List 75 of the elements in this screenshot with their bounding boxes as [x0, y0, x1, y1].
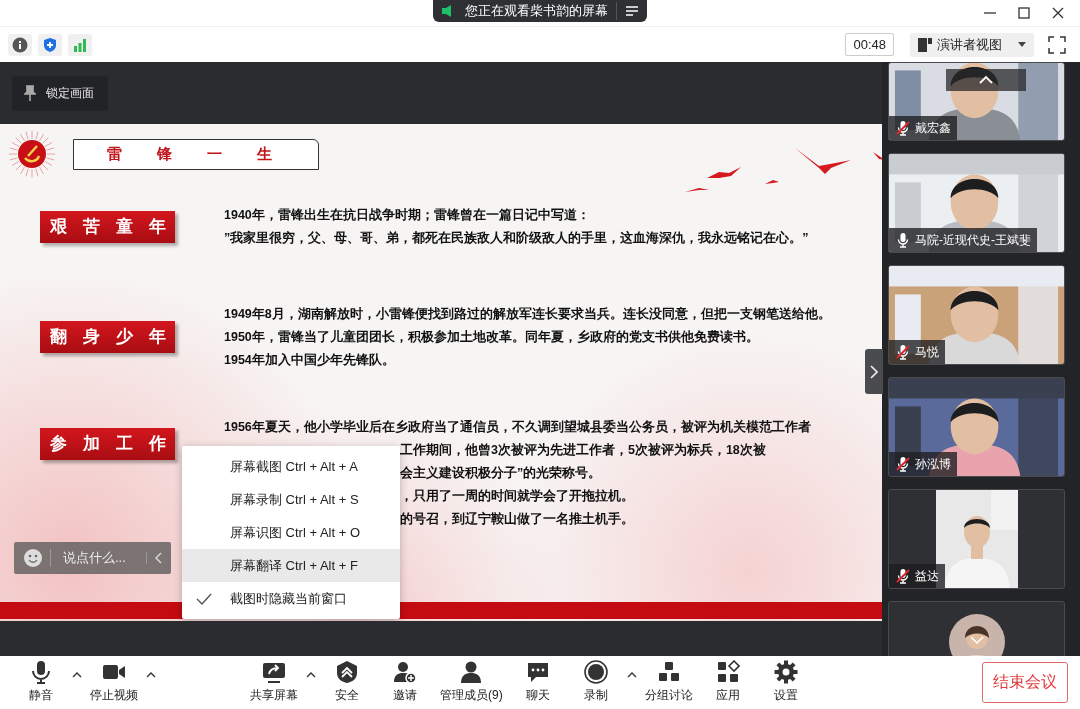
slide-text: 的号召，到辽宁鞍山做了一名推土机手。: [400, 511, 634, 528]
view-mode-dropdown[interactable]: 演讲者视图: [910, 32, 1034, 57]
toolbar-button[interactable]: 安全: [318, 660, 376, 704]
toolbar-button[interactable]: 聊天: [508, 660, 567, 704]
end-meeting-button[interactable]: 结束会议: [982, 661, 1068, 703]
emblem-icon: [8, 130, 56, 178]
toolbar-button[interactable]: 邀请: [376, 660, 434, 704]
participant-name: 马院-近现代史-王斌斐: [915, 231, 1031, 249]
toolbar-button[interactable]: 静音: [12, 660, 70, 704]
section-label: 艰苦童年: [40, 210, 175, 243]
slide-text: 1949年8月，湖南解放时，小雷锋便找到路过的解放军连长要求当兵。连长没同意，但把一支钢笔送给他。: [224, 305, 831, 323]
toolbar-button[interactable]: 停止视频: [84, 660, 144, 704]
add-person-icon: [393, 660, 417, 684]
caret-icon[interactable]: [306, 672, 316, 678]
slide-text: ”我家里很穷，父、母、哥、弟，都死在民族敌人和阶级敌人的手里，这血海深仇，我永远铭记在心。”: [224, 229, 809, 247]
slide-text: 1950年，雷锋当了儿童团团长，积极参加土地改革。同年夏，乡政府的党支书供他免费读书。: [224, 328, 759, 346]
menu-item[interactable]: 屏幕识图 Ctrl + Alt + O: [182, 516, 400, 549]
emoji-icon[interactable]: [24, 549, 42, 567]
chevron-up-icon: [978, 75, 994, 85]
screen-share-icon: [262, 660, 286, 684]
signal-bars-icon: [72, 36, 88, 53]
section-label: 参加工作: [40, 428, 175, 460]
toolbar-button[interactable]: 共享屏幕: [244, 660, 304, 704]
menu-item[interactable]: 屏幕翻译 Ctrl + Alt + F: [182, 549, 400, 582]
slide-text: 1954年加入中国少年先锋队。: [224, 351, 395, 369]
slide-text: 1956年夏天，他小学毕业后在乡政府当了通信员，不久调到望城县委当公务员，被评为机关模范工作者: [224, 418, 811, 436]
lock-view-button[interactable]: 锁定画面: [12, 75, 108, 111]
chat-icon: [525, 660, 550, 684]
fullscreen-icon[interactable]: [1048, 35, 1066, 54]
toolbar-button[interactable]: 设置: [756, 660, 815, 704]
close-icon[interactable]: [1052, 7, 1064, 19]
chat-input[interactable]: 说点什么...: [14, 542, 171, 574]
security-button[interactable]: [38, 33, 62, 56]
checkmark-icon: [196, 592, 212, 605]
info-icon: [12, 36, 28, 53]
scroll-up-button[interactable]: [946, 69, 1026, 91]
slide-text: ，只用了一周的时间就学会了开拖拉机。: [400, 488, 634, 505]
slide-text: 1940年，雷锋出生在抗日战争时期；雷锋曾在一篇日记中写道：: [224, 206, 590, 224]
caret-icon[interactable]: [146, 672, 156, 678]
panel-toggle-button[interactable]: [865, 349, 883, 394]
menu-item[interactable]: 屏幕截图 Ctrl + Alt + A: [182, 450, 400, 483]
banner-text: 您正在观看柴书韵的屏幕: [465, 2, 608, 20]
slide-text: 工作期间，他曾3次被评为先进工作者，5次被评为标兵，18次被: [400, 442, 766, 459]
caret-icon: [1018, 41, 1026, 48]
collapse-icon[interactable]: [155, 552, 163, 564]
pin-icon: [24, 85, 36, 101]
participant-name: 孙泓博: [915, 455, 951, 473]
meeting-timer: 00:48: [845, 33, 894, 56]
shield-icon: [42, 36, 58, 53]
participant-name: 马悦: [915, 343, 939, 361]
info-button[interactable]: [8, 33, 32, 56]
participant-name: 戴宏鑫: [915, 119, 951, 137]
toolbar-button[interactable]: 录制: [566, 660, 625, 704]
mic-icon: [29, 660, 53, 684]
squares-icon: [656, 660, 681, 684]
slide-title: 雷锋一生: [73, 138, 319, 170]
person-icon: [459, 660, 484, 684]
settings-icon: [773, 660, 798, 684]
caret-icon[interactable]: [626, 672, 637, 678]
menu-item[interactable]: 截图时隐藏当前窗口: [182, 582, 400, 615]
caret-icon[interactable]: [72, 672, 82, 678]
menu-icon[interactable]: [625, 5, 639, 17]
section-label: 翻身少年: [40, 321, 175, 353]
shield-icon: [335, 660, 359, 684]
layout-icon: [918, 37, 932, 52]
toolbar-button[interactable]: 分组讨论: [638, 660, 699, 704]
slide-text: 会主义建设积极分子”的光荣称号。: [400, 464, 602, 482]
apps-icon: [715, 660, 740, 684]
participant-name: 益达: [915, 567, 939, 585]
toolbar-button[interactable]: 管理成员(9): [434, 660, 509, 704]
toolbar-button[interactable]: 应用: [698, 660, 757, 704]
record-icon: [583, 660, 608, 684]
chevron-right-icon: [870, 364, 878, 379]
menu-item[interactable]: 屏幕录制 Ctrl + Alt + S: [182, 483, 400, 516]
maximize-icon[interactable]: [1018, 7, 1030, 19]
